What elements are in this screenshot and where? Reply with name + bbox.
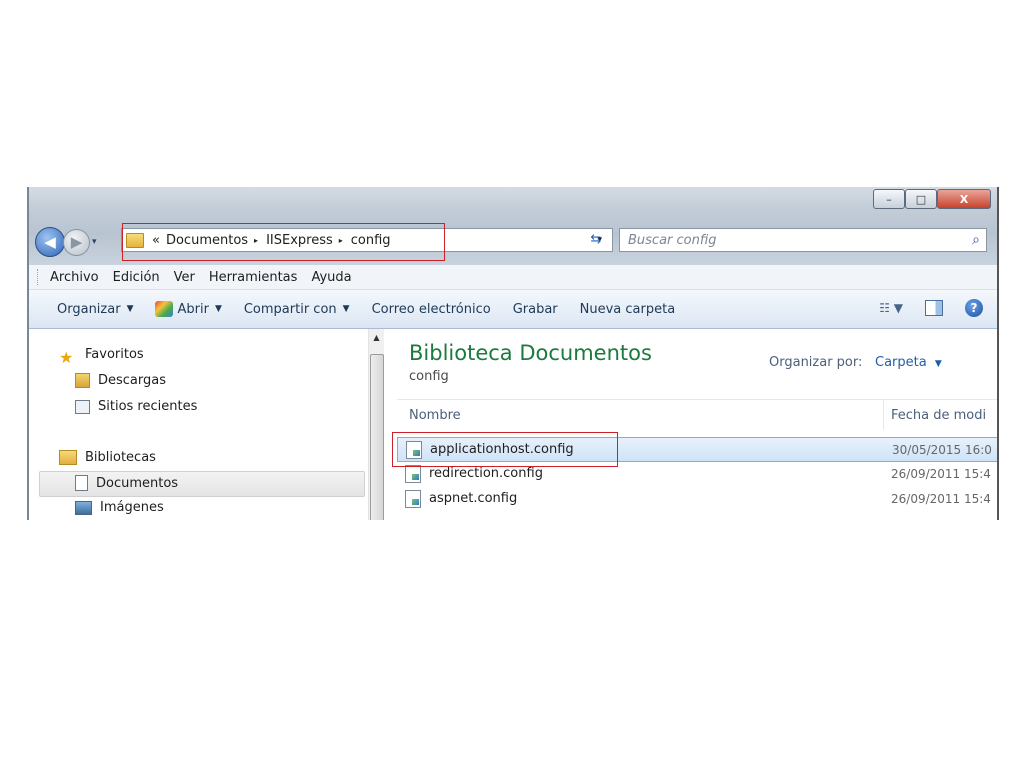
navigation-buttons: ◀ ▶ ▾ bbox=[35, 227, 97, 257]
arrange-by-label: Organizar por: bbox=[769, 355, 863, 370]
new-folder-label: Nueva carpeta bbox=[579, 301, 676, 317]
sidebar-item-imagenes[interactable]: Imágenes bbox=[75, 500, 164, 515]
organize-button[interactable]: Organizar ▼ bbox=[57, 302, 133, 317]
file-date: 26/09/2011 15:4 bbox=[891, 466, 991, 481]
forward-arrow-icon[interactable]: ▶ bbox=[63, 228, 90, 256]
share-button[interactable]: Compartir con ▼ bbox=[244, 302, 350, 317]
email-label: Correo electrónico bbox=[371, 301, 491, 317]
library-title: Biblioteca Documentos bbox=[409, 341, 652, 365]
search-icon[interactable]: ⌕ bbox=[972, 232, 980, 248]
search-placeholder: Buscar config bbox=[628, 232, 717, 248]
file-date: 30/05/2015 16:0 bbox=[892, 442, 992, 457]
menu-edicion[interactable]: Edición bbox=[113, 270, 160, 285]
arrange-by-dropdown[interactable]: Carpeta ▼ bbox=[875, 355, 942, 370]
sidebar-item-documentos[interactable]: Documentos bbox=[75, 475, 178, 491]
file-list-pane: Biblioteca Documentos config Organizar p… bbox=[385, 329, 997, 520]
chevron-down-icon: ▼ bbox=[342, 304, 350, 314]
library-subtitle: config bbox=[409, 369, 449, 384]
menu-ver[interactable]: Ver bbox=[174, 270, 195, 285]
downloads-folder-icon bbox=[75, 373, 90, 388]
file-name: redirection.config bbox=[429, 466, 543, 481]
caption-buttons: – □ X bbox=[873, 189, 991, 209]
file-date: 26/09/2011 15:4 bbox=[891, 491, 991, 506]
new-folder-button[interactable]: Nueva carpeta bbox=[580, 302, 676, 317]
close-button[interactable]: X bbox=[937, 189, 991, 209]
minimize-button[interactable]: – bbox=[873, 189, 905, 209]
view-options-icon[interactable]: ☷ ▼ bbox=[879, 301, 903, 315]
sidebar-item-label: Descargas bbox=[98, 373, 167, 388]
column-header-name[interactable]: Nombre bbox=[409, 408, 461, 423]
explorer-window: – □ X ◀ ▶ ▾ « Documentos ▸ IISExpress ▸ … bbox=[27, 187, 999, 520]
chevron-down-icon: ▼ bbox=[214, 304, 222, 314]
pictures-icon bbox=[75, 500, 92, 515]
star-icon: ★ bbox=[59, 347, 74, 367]
command-bar: Organizar ▼ Abrir ▼ Compartir con ▼ Corr… bbox=[29, 290, 997, 329]
sidebar-item-descargas[interactable]: Descargas bbox=[75, 373, 166, 388]
config-file-icon bbox=[405, 464, 421, 483]
share-label: Compartir con bbox=[243, 301, 337, 317]
view-controls: ☷ ▼ ? bbox=[879, 299, 983, 317]
recent-places-icon bbox=[75, 399, 90, 414]
menu-bar: Archivo Edición Ver Herramientas Ayuda bbox=[29, 265, 997, 290]
menu-archivo[interactable]: Archivo bbox=[50, 270, 99, 285]
sidebar-item-label: Bibliotecas bbox=[85, 450, 156, 465]
open-button[interactable]: Abrir ▼ bbox=[155, 301, 222, 317]
sidebar-item-label: Favoritos bbox=[85, 347, 144, 362]
navigation-scrollbar[interactable]: ▲ bbox=[368, 329, 384, 520]
sidebar-item-sitios-recientes[interactable]: Sitios recientes bbox=[75, 399, 197, 414]
organize-label: Organizar bbox=[57, 301, 121, 317]
chevron-down-icon: ▼ bbox=[934, 359, 942, 369]
file-row-aspnet[interactable]: aspnet.config 26/09/2011 15:4 bbox=[397, 487, 997, 510]
refresh-icon[interactable]: ⇆ bbox=[585, 228, 607, 250]
file-name: aspnet.config bbox=[429, 491, 518, 506]
chevron-down-icon: ▼ bbox=[126, 304, 134, 314]
sidebar-item-label: Imágenes bbox=[100, 500, 164, 515]
sidebar-item-favoritos[interactable]: ★ Favoritos bbox=[59, 347, 144, 367]
email-button[interactable]: Correo electrónico bbox=[372, 302, 491, 317]
burn-label: Grabar bbox=[512, 301, 558, 317]
back-arrow-icon[interactable]: ◀ bbox=[35, 227, 65, 257]
column-header-date[interactable]: Fecha de modi bbox=[891, 408, 986, 423]
preview-pane-icon[interactable] bbox=[925, 300, 943, 316]
column-divider[interactable] bbox=[883, 400, 884, 430]
open-with-icon bbox=[155, 301, 174, 317]
recent-pages-dropdown[interactable]: ▾ bbox=[92, 237, 97, 247]
menu-grip bbox=[37, 269, 40, 285]
search-input[interactable]: Buscar config ⌕ bbox=[619, 228, 987, 252]
sidebar-item-label: Documentos bbox=[96, 475, 179, 491]
config-file-icon bbox=[405, 489, 421, 508]
libraries-icon bbox=[59, 450, 77, 465]
sidebar-item-bibliotecas[interactable]: Bibliotecas bbox=[59, 450, 156, 465]
menu-herramientas[interactable]: Herramientas bbox=[209, 270, 298, 285]
scroll-up-icon[interactable]: ▲ bbox=[369, 329, 384, 346]
arrange-by-value: Carpeta bbox=[875, 355, 927, 370]
maximize-button[interactable]: □ bbox=[905, 189, 937, 209]
sidebar-item-label: Sitios recientes bbox=[98, 399, 198, 414]
file-highlight-box bbox=[392, 432, 618, 467]
scroll-thumb[interactable] bbox=[370, 354, 384, 520]
burn-button[interactable]: Grabar bbox=[513, 302, 558, 317]
documents-icon bbox=[75, 475, 88, 491]
open-label: Abrir bbox=[177, 301, 209, 317]
menu-ayuda[interactable]: Ayuda bbox=[311, 270, 351, 285]
help-icon[interactable]: ? bbox=[965, 299, 983, 317]
column-headers: Nombre Fecha de modi bbox=[397, 399, 997, 430]
address-highlight-box bbox=[122, 223, 445, 261]
